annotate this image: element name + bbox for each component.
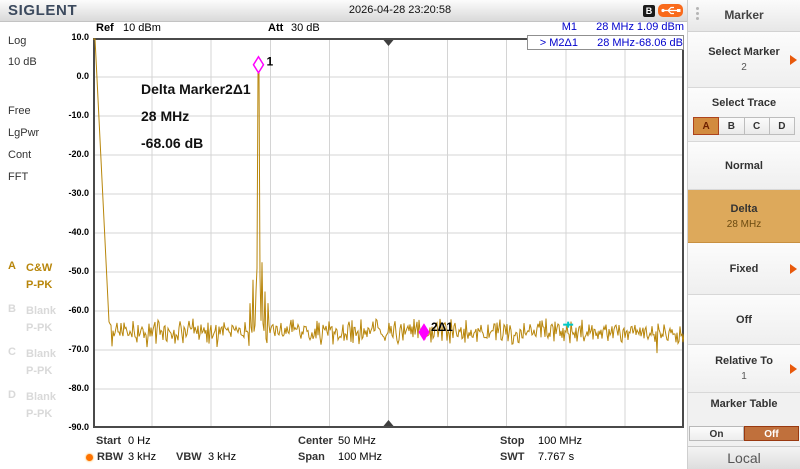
frequency-status-row: Start 0 Hz Center 50 MHz Stop 100 MHz (0, 435, 687, 449)
submenu-arrow-icon (790, 264, 797, 274)
local-button[interactable]: Local (688, 446, 800, 469)
relative-to-label: Relative To (688, 355, 800, 367)
brand-logo: SIGLENT (8, 2, 77, 19)
y-axis-tick-label: -90.0 (0, 422, 89, 433)
spectrum-analyzer-app: SIGLENT 2026-04-28 23:20:58 B Ref 10 dBm… (0, 0, 800, 469)
y-axis-tick-label: 10.0 (0, 32, 89, 43)
datetime: 2026-04-28 23:20:58 (240, 4, 560, 16)
stop-value: 100 MHz (538, 435, 582, 447)
marker1-freq: 28 MHz (577, 21, 634, 33)
center-label: Center (298, 435, 333, 447)
bandwidth-status-row: RBW 3 kHz VBW 3 kHz Span 100 MHz SWT 7.7… (0, 451, 687, 465)
host-indicator-icon: B (643, 5, 655, 17)
usb-icon (658, 4, 683, 17)
y-axis-tick-label: -40.0 (0, 227, 89, 238)
submenu-arrow-icon (790, 364, 797, 374)
menu-grip-handle[interactable] (696, 7, 699, 20)
delta-value: 28 MHz (688, 219, 800, 230)
y-axis-tick-label: -80.0 (0, 383, 89, 394)
marker-label: 1 (266, 55, 273, 69)
trace-option-c[interactable]: C (745, 117, 770, 135)
annotation-line-1: Delta Marker2Δ1 (141, 76, 251, 103)
y-axis-tick-label: -60.0 (0, 305, 89, 316)
select-marker-button[interactable]: Select Marker 2 (688, 32, 800, 88)
center-value: 50 MHz (338, 435, 376, 447)
rbw-coupled-icon (86, 454, 93, 461)
y-axis-tick-label: 0.0 (0, 71, 89, 82)
y-axis-tick-label: -20.0 (0, 149, 89, 160)
softkey-menu: Marker Select Marker 2 Select Trace ABCD… (687, 0, 800, 469)
y-axis-tick-label: -50.0 (0, 266, 89, 277)
start-label: Start (96, 435, 121, 447)
marker1-amplitude: 1.09 dBm (634, 21, 684, 33)
y-axis-tick-label: -30.0 (0, 188, 89, 199)
sweep-setting-item: FFT (8, 166, 39, 188)
marker2-name: > M2Δ1 (528, 37, 578, 49)
relative-to-value: 1 (688, 371, 800, 382)
y-axis-tick-label: -10.0 (0, 110, 89, 121)
marker-table-toggle: On Off (689, 426, 799, 441)
trace-option-d[interactable]: D (770, 117, 795, 135)
swt-label: SWT (500, 451, 524, 463)
marker-2Δ1[interactable]: 2Δ1 (419, 320, 453, 340)
center-freq-bottom-marker (384, 420, 394, 426)
select-marker-value: 2 (688, 62, 800, 73)
trace-selector: ABCD (693, 117, 795, 135)
att-value: 30 dB (291, 22, 320, 34)
stop-label: Stop (500, 435, 524, 447)
submenu-arrow-icon (790, 55, 797, 65)
start-value: 0 Hz (128, 435, 151, 447)
span-value: 100 MHz (338, 451, 382, 463)
trace-mode: BlankP-PK (26, 389, 56, 423)
fixed-label: Fixed (688, 263, 800, 275)
menu-title-label: Marker (724, 8, 763, 22)
marker2-delta-readout: > M2Δ1 28 MHz -68.06 dB (527, 35, 684, 50)
marker-table-label: Marker Table (688, 398, 800, 410)
marker1-readout: M1 28 MHz 1.09 dBm (527, 21, 684, 33)
marker-off-button[interactable]: Off (688, 295, 800, 345)
center-freq-top-marker (384, 40, 394, 46)
ref-label: Ref (96, 22, 114, 34)
vbw-value: 3 kHz (208, 451, 236, 463)
top-header-bar: SIGLENT 2026-04-28 23:20:58 B (0, 0, 687, 22)
filled-diamond-icon (419, 324, 429, 340)
sweep-setting-item: LgPwr (8, 122, 39, 144)
marker2-freq: 28 MHz (578, 37, 635, 49)
marker1-name: M1 (527, 21, 577, 33)
y-axis-tick-label: -70.0 (0, 344, 89, 355)
marker-label: 2Δ1 (431, 320, 453, 334)
fixed-marker-button[interactable]: Fixed (688, 243, 800, 295)
delta-marker-button[interactable]: Delta 28 MHz (688, 190, 800, 243)
normal-label: Normal (688, 160, 800, 172)
status-icons: B (643, 4, 683, 17)
normal-marker-button[interactable]: Normal (688, 142, 800, 190)
annotation-line-2: 28 MHz (141, 103, 251, 130)
rbw-value: 3 kHz (128, 451, 156, 463)
vbw-label: VBW (176, 451, 202, 463)
marker-table-on-button[interactable]: On (689, 426, 744, 441)
menu-title: Marker (688, 0, 800, 32)
delta-marker-annotation: Delta Marker2Δ1 28 MHz -68.06 dB (141, 76, 251, 157)
trace-option-b[interactable]: B (719, 117, 744, 135)
swt-value: 7.767 s (538, 451, 574, 463)
delta-label: Delta (688, 203, 800, 215)
marker-table-off-button[interactable]: Off (744, 426, 799, 441)
open-diamond-icon (253, 57, 263, 73)
select-trace-label: Select Trace (688, 97, 800, 109)
relative-to-button[interactable]: Relative To 1 (688, 345, 800, 393)
att-label: Att (268, 22, 283, 34)
ref-value: 10 dBm (123, 22, 161, 34)
annotation-line-3: -68.06 dB (141, 130, 251, 157)
amplitude-setting-item: 10 dB (8, 52, 37, 73)
trace-option-a[interactable]: A (693, 117, 719, 135)
marker2-amplitude: -68.06 dB (635, 37, 683, 49)
span-label: Span (298, 451, 325, 463)
rbw-label: RBW (97, 451, 123, 463)
select-trace-button[interactable]: Select Trace ABCD (688, 88, 800, 142)
select-marker-label: Select Marker (688, 46, 800, 58)
off-label: Off (688, 314, 800, 326)
